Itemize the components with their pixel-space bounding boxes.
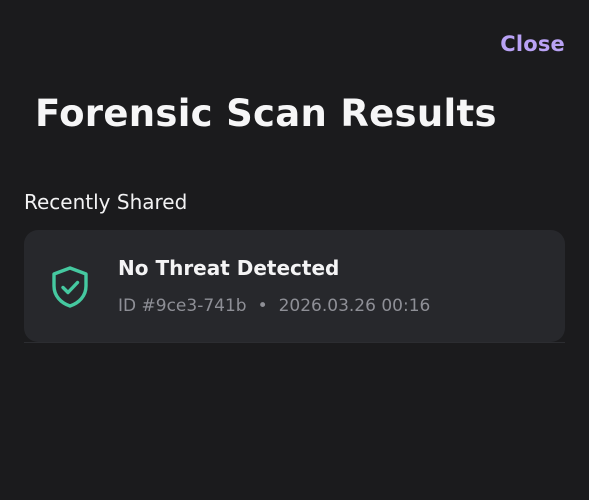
result-timestamp: 2026.03.26 00:16 — [278, 296, 431, 316]
result-status: No Threat Detected — [118, 256, 340, 280]
close-button[interactable]: Close — [500, 32, 565, 56]
shield-check-icon — [52, 266, 88, 308]
section-heading-recently-shared: Recently Shared — [24, 190, 188, 214]
meta-separator: • — [257, 296, 268, 316]
page-title: Forensic Scan Results — [35, 92, 497, 135]
scan-results-screen: Close Forensic Scan Results Recently Sha… — [0, 0, 589, 500]
list-divider — [24, 342, 565, 343]
result-meta: ID #9ce3-741b • 2026.03.26 00:16 — [118, 296, 430, 316]
result-id: ID #9ce3-741b — [118, 296, 247, 316]
scan-result-card[interactable]: No Threat Detected ID #9ce3-741b • 2026.03… — [24, 230, 565, 342]
